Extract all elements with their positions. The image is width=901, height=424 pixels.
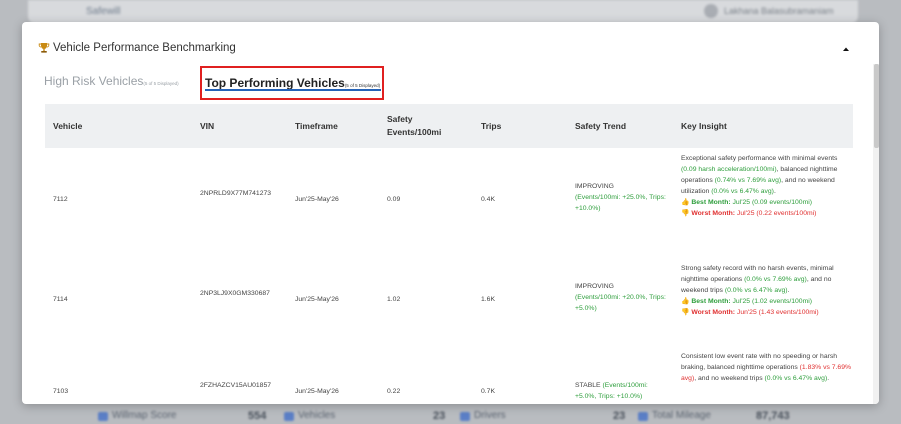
thumbs-down-icon: 👎 bbox=[681, 210, 690, 217]
vehicle-cell: 7103 bbox=[53, 388, 69, 395]
worst-month-value: Jun'25 (1.43 events/100mi) bbox=[736, 309, 819, 316]
safety-trend-cell: IMPROVING (Events/100mi: +25.0%, Trips: … bbox=[575, 181, 667, 214]
insight-metric: (0.0% vs 7.69% avg) bbox=[744, 276, 807, 283]
avatar bbox=[704, 4, 718, 18]
app-logo: Safewill bbox=[86, 6, 121, 17]
score-icon bbox=[98, 412, 108, 421]
table-header: Vehicle VIN Timeframe Safety Events/100m… bbox=[45, 104, 853, 148]
safety-events-cell: 0.22 bbox=[387, 388, 401, 395]
insight-metric: (0.0% vs 6.47% avg) bbox=[711, 188, 774, 195]
vehicle-cell: 7114 bbox=[53, 296, 68, 303]
safety-events-cell: 1.02 bbox=[387, 296, 401, 303]
best-month-label: Best Month: bbox=[691, 199, 731, 206]
thumbs-up-icon: 👍 bbox=[681, 298, 690, 305]
stat-label: Willmap Score bbox=[112, 410, 177, 421]
panel-header: Vehicle Performance Benchmarking bbox=[38, 40, 236, 56]
insight-metric: (0.0% vs 6.47% avg) bbox=[764, 375, 828, 382]
column-header-timeframe[interactable]: Timeframe bbox=[295, 120, 338, 133]
vehicle-icon bbox=[284, 412, 294, 421]
tab-high-risk-vehicles[interactable]: High Risk Vehicles(5 of 5 Displayed) bbox=[44, 72, 179, 90]
insight-metric: (0.09 harsh acceleration/100mi) bbox=[681, 166, 777, 173]
timeframe-cell: Jun'25-May'26 bbox=[295, 196, 339, 203]
vin-cell: 2NPRLD9X77M741273 bbox=[200, 190, 272, 197]
column-header-vehicle[interactable]: Vehicle bbox=[53, 120, 82, 133]
benchmarking-panel: Vehicle Performance Benchmarking High Ri… bbox=[22, 22, 879, 404]
timeframe-cell: Jun'25-May'26 bbox=[295, 388, 339, 395]
thumbs-up-icon: 👍 bbox=[681, 199, 690, 206]
tab-top-performing-vehicles[interactable]: Top Performing Vehicles(5 of 5 Displayed… bbox=[200, 66, 384, 100]
timeframe-cell: Jun'25-May'26 bbox=[295, 296, 339, 303]
scrollbar-thumb[interactable] bbox=[874, 64, 879, 148]
column-header-vin[interactable]: VIN bbox=[200, 120, 214, 133]
insight-metric: (0.0% vs 6.47% avg) bbox=[724, 287, 788, 294]
vehicle-cell: 7112 bbox=[53, 196, 68, 203]
best-month-value: Jul'25 (0.09 events/100mi) bbox=[732, 199, 813, 206]
table-row[interactable]: 7112 2NPRLD9X77M741273 Jun'25-May'26 0.0… bbox=[45, 148, 853, 248]
insight-text: . bbox=[827, 375, 830, 382]
worst-month-label: Worst Month: bbox=[691, 210, 736, 217]
worst-month-label: Worst Month: bbox=[691, 309, 736, 316]
stat-label: Drivers bbox=[474, 410, 506, 421]
active-tab-indicator bbox=[205, 89, 381, 91]
insight-text: Exceptional safety performance with mini… bbox=[681, 155, 838, 162]
trips-cell: 0.4K bbox=[481, 196, 495, 203]
key-insight-cell: Strong safety record with no harsh event… bbox=[681, 263, 853, 318]
trend-detail: (Events/100mi: +25.0%, Trips: +10.0%) bbox=[575, 194, 666, 212]
stat-value: 23 bbox=[433, 410, 446, 422]
trend-label: STABLE bbox=[575, 382, 601, 389]
insight-metric: (0.74% vs 7.69% avg) bbox=[714, 177, 782, 184]
stat-value: 23 bbox=[613, 410, 626, 422]
key-insight-cell: Exceptional safety performance with mini… bbox=[681, 153, 853, 219]
best-month-value: Jul'25 (1.02 events/100mi) bbox=[732, 298, 813, 305]
stat-label: Total Mileage bbox=[652, 410, 711, 421]
backdrop-header: Safewill Lakhana Balasubramaniam bbox=[28, 0, 858, 24]
stat-value: 87,743 bbox=[756, 410, 790, 422]
tab-count: (5 of 5 Displayed) bbox=[143, 81, 179, 86]
thumbs-down-icon: 👎 bbox=[681, 309, 690, 316]
panel-title: Vehicle Performance Benchmarking bbox=[53, 42, 236, 54]
column-header-trips[interactable]: Trips bbox=[481, 120, 501, 133]
key-insight-cell: Consistent low event rate with no speedi… bbox=[681, 351, 853, 384]
mileage-icon bbox=[638, 412, 648, 421]
backdrop-stats-bar: Willmap Score 554 Vehicles 23 Drivers 23… bbox=[28, 404, 873, 424]
user-name: Lakhana Balasubramaniam bbox=[724, 6, 834, 16]
insight-text: . bbox=[773, 188, 776, 195]
insight-text: . bbox=[787, 287, 790, 294]
column-header-safety-trend[interactable]: Safety Trend bbox=[575, 120, 626, 133]
vin-cell: 2NP3LJ9X0GM330687 bbox=[200, 290, 270, 297]
insight-text: , and no weekend trips bbox=[694, 375, 765, 382]
driver-icon bbox=[460, 412, 470, 421]
trips-cell: 0.7K bbox=[481, 388, 495, 395]
stat-value: 554 bbox=[248, 410, 267, 422]
table-row[interactable]: 7103 2FZHAZCV15AU01857 Jun'25-May'26 0.2… bbox=[45, 346, 853, 404]
best-month-label: Best Month: bbox=[691, 298, 731, 305]
tab-label: High Risk Vehicles bbox=[44, 74, 144, 88]
caret-up-icon[interactable] bbox=[840, 44, 852, 54]
trend-label: IMPROVING bbox=[575, 183, 614, 190]
trophy-icon bbox=[38, 43, 50, 53]
trend-detail: (Events/100mi: +20.0%, Trips: +5.0%) bbox=[575, 294, 666, 312]
tab-count: (5 of 5 Displayed) bbox=[344, 83, 381, 88]
column-header-safety-events[interactable]: Safety Events/100mi bbox=[387, 113, 443, 139]
stat-label: Vehicles bbox=[298, 410, 336, 421]
tab-label: Top Performing Vehicles bbox=[205, 76, 345, 90]
table-row[interactable]: 7114 2NP3LJ9X0GM330687 Jun'25-May'26 1.0… bbox=[45, 248, 853, 346]
trend-label: IMPROVING bbox=[575, 283, 614, 290]
column-header-key-insight[interactable]: Key Insight bbox=[681, 120, 727, 133]
safety-events-cell: 0.09 bbox=[387, 196, 401, 203]
safety-trend-cell: STABLE (Events/100mi: +5.0%, Trips: +10.… bbox=[575, 380, 667, 402]
worst-month-value: Jul'25 (0.22 events/100mi) bbox=[736, 210, 817, 217]
vin-cell: 2FZHAZCV15AU01857 bbox=[200, 382, 272, 389]
trips-cell: 1.6K bbox=[481, 296, 495, 303]
safety-trend-cell: IMPROVING (Events/100mi: +20.0%, Trips: … bbox=[575, 281, 667, 314]
